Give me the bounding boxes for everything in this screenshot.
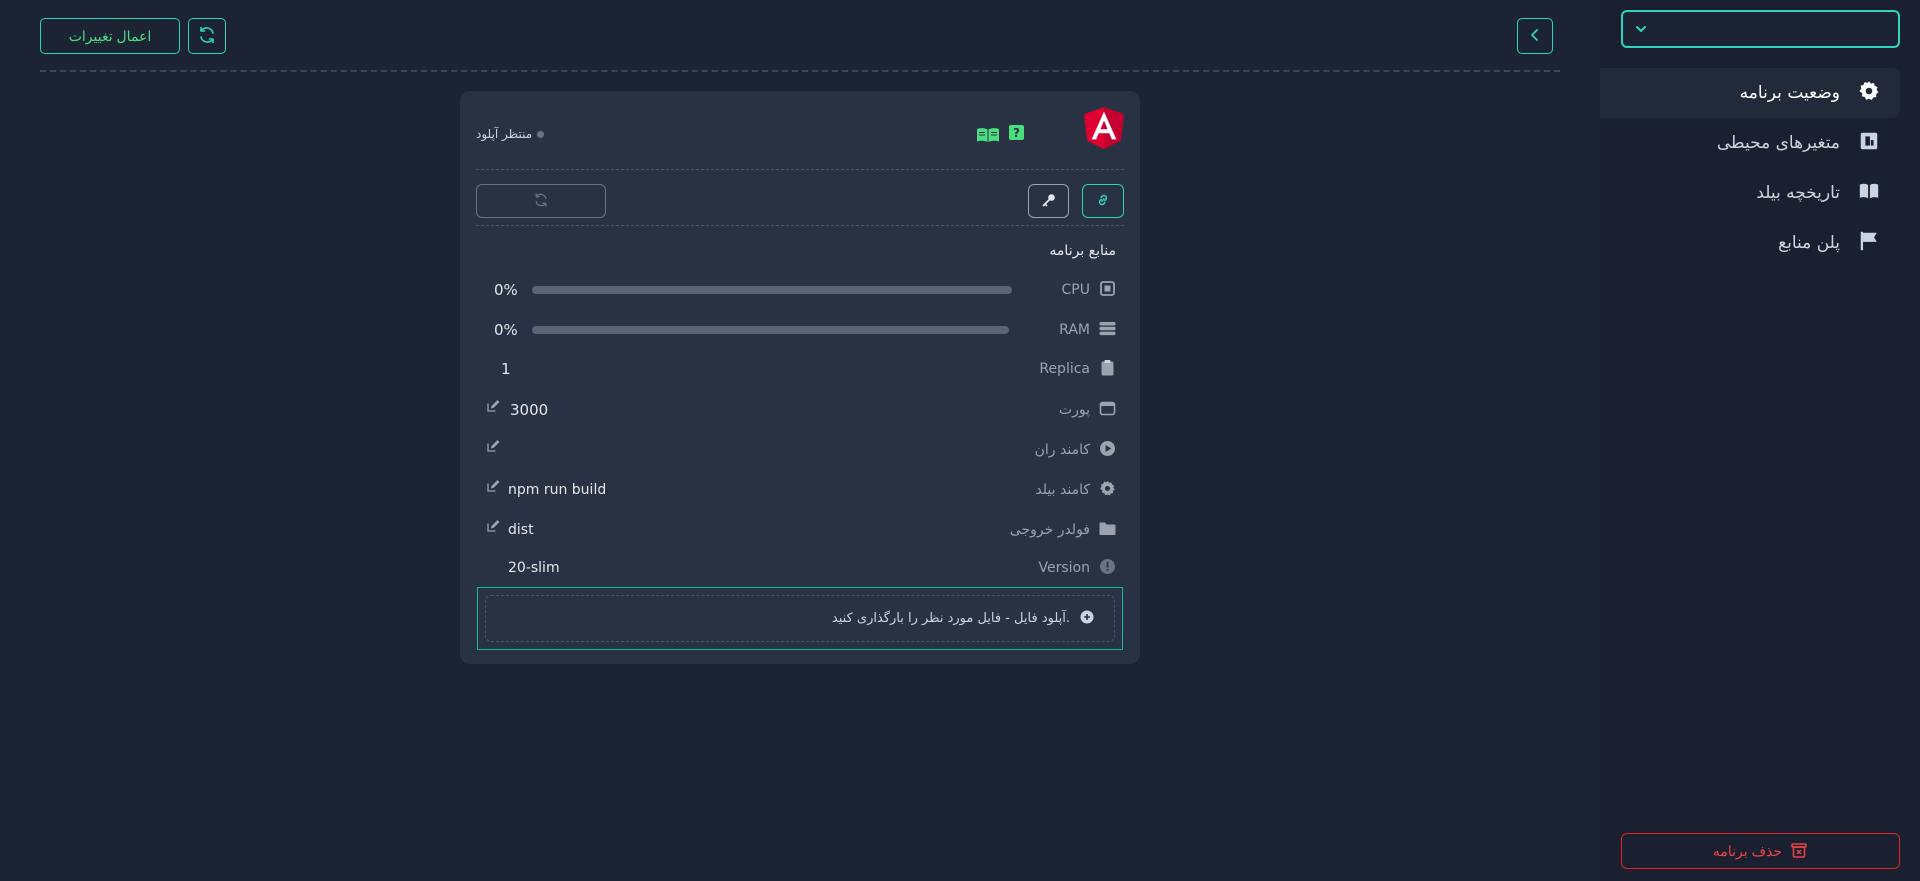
edit-run-command-icon[interactable] bbox=[486, 438, 500, 457]
refresh-icon bbox=[197, 25, 217, 48]
plus-circle-icon bbox=[1080, 610, 1094, 628]
output-folder-label-text: فولدر خروجی bbox=[1009, 522, 1090, 538]
card-divider bbox=[476, 225, 1124, 226]
ram-value: 0% bbox=[494, 321, 518, 339]
ram-label-text: RAM bbox=[1059, 322, 1090, 338]
docs-icon[interactable] bbox=[976, 127, 1000, 147]
edit-build-command-icon[interactable] bbox=[486, 478, 500, 497]
sidebar-item-build-history[interactable]: تاریخچه بیلد bbox=[1600, 168, 1900, 218]
svg-text:?: ? bbox=[1013, 126, 1020, 140]
clipboard-icon bbox=[1099, 359, 1116, 380]
chevron-down-icon bbox=[1633, 21, 1649, 41]
run-command-row: کامند ران bbox=[476, 436, 1124, 464]
port-label: پورت bbox=[1059, 400, 1116, 421]
key-icon bbox=[1042, 193, 1056, 210]
refresh-icon bbox=[533, 192, 549, 211]
ram-row: 0% RAM bbox=[476, 316, 1124, 344]
key-button[interactable] bbox=[1028, 184, 1069, 218]
cpu-icon bbox=[1099, 280, 1116, 301]
version-label-text: Version bbox=[1038, 560, 1090, 576]
angular-logo-icon bbox=[1084, 107, 1124, 149]
upload-status: منتظر آپلود bbox=[476, 127, 545, 141]
sidebar-item-resource-plan[interactable]: پلن منابع bbox=[1600, 218, 1900, 268]
delete-app-label: حذف برنامه bbox=[1712, 842, 1783, 859]
upload-dropzone[interactable]: آپلود فایل - فایل مورد نظر را بارگذاری ک… bbox=[477, 587, 1123, 650]
output-folder-label: فولدر خروجی bbox=[1010, 520, 1116, 541]
run-command-label-text: کامند ران bbox=[1034, 442, 1090, 458]
replica-row: 1 Replica bbox=[476, 355, 1124, 383]
trash-icon bbox=[1790, 841, 1808, 862]
top-divider bbox=[40, 70, 1560, 72]
cpu-row: 0% CPU bbox=[476, 276, 1124, 304]
link-icon bbox=[1096, 193, 1110, 210]
delete-app-button[interactable]: حذف برنامه bbox=[1621, 833, 1900, 869]
card-header: منتظر آپلود ? bbox=[476, 107, 1124, 167]
sidebar-item-env-vars[interactable]: متغیرهای محیطی bbox=[1600, 118, 1900, 168]
sidebar-item-label: تاریخچه بیلد bbox=[1756, 183, 1840, 203]
gear-icon bbox=[1858, 80, 1880, 107]
play-icon bbox=[1099, 440, 1116, 461]
sidebar-item-label: وضعیت برنامه bbox=[1739, 83, 1840, 103]
env-icon bbox=[1858, 130, 1880, 157]
cpu-label: CPU bbox=[1062, 280, 1116, 301]
build-command-label: کامند بیلد bbox=[1035, 480, 1116, 501]
upload-text: آپلود فایل - فایل مورد نظر را بارگذاری ک… bbox=[831, 611, 1070, 626]
output-folder-row: dist فولدر خروجی bbox=[476, 516, 1124, 544]
port-row: 3000 پورت bbox=[476, 396, 1124, 424]
edit-port-icon[interactable] bbox=[486, 398, 500, 417]
ram-label: RAM bbox=[1059, 320, 1116, 341]
replica-value: 1 bbox=[501, 360, 511, 378]
app-status-card: منتظر آپلود ? منابع برنامه 0% CPU 0% RAM… bbox=[460, 91, 1140, 664]
redeploy-button[interactable] bbox=[476, 184, 606, 218]
sidebar: وضعیت برنامه متغیرهای محیطی تاریخچه بیلد… bbox=[1600, 0, 1920, 881]
gear-icon bbox=[1099, 480, 1116, 501]
build-command-label-text: کامند بیلد bbox=[1035, 482, 1090, 498]
window-icon bbox=[1099, 400, 1116, 421]
port-label-text: پورت bbox=[1058, 402, 1090, 418]
sidebar-item-label: متغیرهای محیطی bbox=[1716, 133, 1840, 153]
replica-label: Replica bbox=[1039, 359, 1116, 380]
book-icon bbox=[1858, 180, 1880, 207]
sidebar-item-label: پلن منابع bbox=[1778, 233, 1840, 253]
cpu-usage-bar bbox=[532, 286, 1012, 294]
info-icon bbox=[1099, 558, 1116, 579]
upload-inner: آپلود فایل - فایل مورد نظر را بارگذاری ک… bbox=[485, 595, 1115, 642]
ram-usage-bar bbox=[532, 326, 1009, 334]
app-select[interactable] bbox=[1621, 10, 1900, 48]
cpu-label-text: CPU bbox=[1061, 282, 1090, 298]
edit-output-folder-icon[interactable] bbox=[486, 518, 500, 537]
version-row: 20-slim Version bbox=[476, 554, 1124, 582]
output-folder-value: dist bbox=[508, 522, 534, 538]
back-button[interactable] bbox=[1517, 18, 1553, 54]
refresh-button[interactable] bbox=[188, 18, 226, 54]
build-command-value: npm run build bbox=[508, 482, 607, 498]
memory-icon bbox=[1099, 320, 1116, 341]
apply-changes-button[interactable]: اعمال تغییرات bbox=[40, 18, 180, 54]
version-label: Version bbox=[1039, 558, 1116, 579]
sidebar-item-app-status[interactable]: وضعیت برنامه bbox=[1600, 68, 1900, 118]
help-icon[interactable]: ? bbox=[1009, 125, 1024, 144]
chevron-left-icon bbox=[1527, 27, 1543, 46]
cpu-value: 0% bbox=[494, 281, 518, 299]
replica-label-text: Replica bbox=[1039, 361, 1090, 377]
port-value: 3000 bbox=[510, 401, 549, 419]
link-button[interactable] bbox=[1082, 184, 1124, 218]
status-dot-icon bbox=[537, 130, 545, 138]
resources-title: منابع برنامه bbox=[1049, 243, 1116, 259]
version-value: 20-slim bbox=[508, 560, 560, 576]
status-text: منتظر آپلود bbox=[476, 127, 533, 141]
folder-icon bbox=[1099, 520, 1116, 541]
run-command-label: کامند ران bbox=[1035, 440, 1116, 461]
card-divider bbox=[476, 169, 1124, 170]
build-command-row: npm run build کامند بیلد bbox=[476, 476, 1124, 504]
flag-icon bbox=[1858, 230, 1880, 257]
